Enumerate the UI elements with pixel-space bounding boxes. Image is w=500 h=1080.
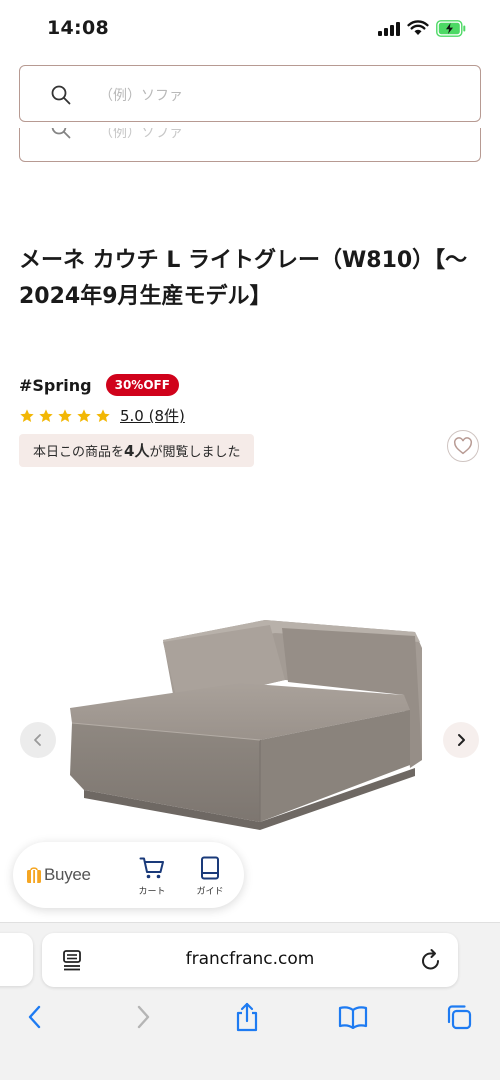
chevron-left-icon	[34, 734, 41, 746]
image-prev-button[interactable]	[20, 722, 56, 758]
search-input-duplicate[interactable]: （例）ソファ	[19, 128, 481, 162]
buyee-logo[interactable]: Buyee	[26, 865, 91, 885]
share-icon	[236, 1002, 258, 1032]
buyee-guide-button[interactable]: ガイド	[188, 856, 232, 897]
buyee-brand: Buyee	[44, 865, 91, 884]
star-icon	[58, 408, 72, 422]
viewers-prefix: 本日この商品を	[33, 445, 125, 460]
viewers-notice: 本日この商品を 4人 が閲覧しました	[19, 434, 255, 467]
search-placeholder: （例）ソファ	[99, 128, 183, 141]
status-time: 14:08	[47, 17, 109, 39]
search-placeholder: （例）ソファ	[99, 88, 183, 104]
share-button[interactable]	[232, 1002, 262, 1032]
buyee-bar: Buyee カート ガイド	[13, 842, 244, 908]
battery-icon	[436, 20, 466, 37]
heart-icon	[454, 437, 472, 455]
tabs-icon	[447, 1005, 472, 1030]
cart-icon	[139, 857, 164, 879]
rating-stars	[19, 408, 111, 424]
favorite-button[interactable]	[447, 430, 479, 462]
search-icon	[51, 85, 71, 105]
url-text: francfranc.com	[185, 949, 315, 969]
guide-label: ガイド	[196, 887, 224, 897]
cart-label: カート	[138, 887, 166, 897]
product-tags: #Spring 30%OFF	[19, 374, 179, 396]
browser-toolbar: francfranc.com	[0, 922, 500, 1080]
status-bar: 14:08	[0, 0, 500, 58]
star-icon	[96, 408, 110, 422]
star-icon	[39, 408, 53, 422]
rating: 5.0 (8件)	[19, 405, 185, 426]
forward-button[interactable]	[128, 1002, 158, 1032]
bookmarks-button[interactable]	[338, 1002, 368, 1032]
discount-badge: 30%OFF	[105, 374, 179, 396]
buyee-cart-button[interactable]: カート	[130, 856, 174, 897]
back-button[interactable]	[20, 1002, 50, 1032]
back-icon	[28, 1005, 41, 1029]
spring-tag[interactable]: #Spring	[19, 376, 92, 395]
review-count-link[interactable]: 5.0 (8件)	[120, 405, 185, 426]
previous-tab-peek[interactable]	[0, 933, 33, 986]
search-input[interactable]: （例）ソファ	[19, 65, 481, 122]
book-icon	[201, 856, 219, 880]
wifi-icon	[407, 20, 429, 35]
address-bar[interactable]: francfranc.com	[42, 933, 458, 987]
bookmarks-icon	[338, 1006, 368, 1029]
product-image[interactable]	[60, 600, 440, 835]
viewers-count: 4人	[124, 442, 150, 460]
forward-icon	[137, 1005, 150, 1029]
buyee-mark-icon	[27, 867, 41, 883]
search-icon	[51, 128, 71, 139]
reload-icon[interactable]	[420, 948, 442, 972]
cellular-signal-icon	[378, 22, 402, 36]
tabs-button[interactable]	[444, 1002, 474, 1032]
viewers-suffix: が閲覧しました	[149, 445, 241, 460]
star-icon	[77, 408, 91, 422]
star-icon	[20, 408, 34, 422]
image-next-button[interactable]	[443, 722, 479, 758]
chevron-right-icon	[458, 734, 465, 746]
product-title: メーネ カウチ L ライトグレー（W810）【〜2024年9月生産モデル】	[19, 248, 468, 309]
